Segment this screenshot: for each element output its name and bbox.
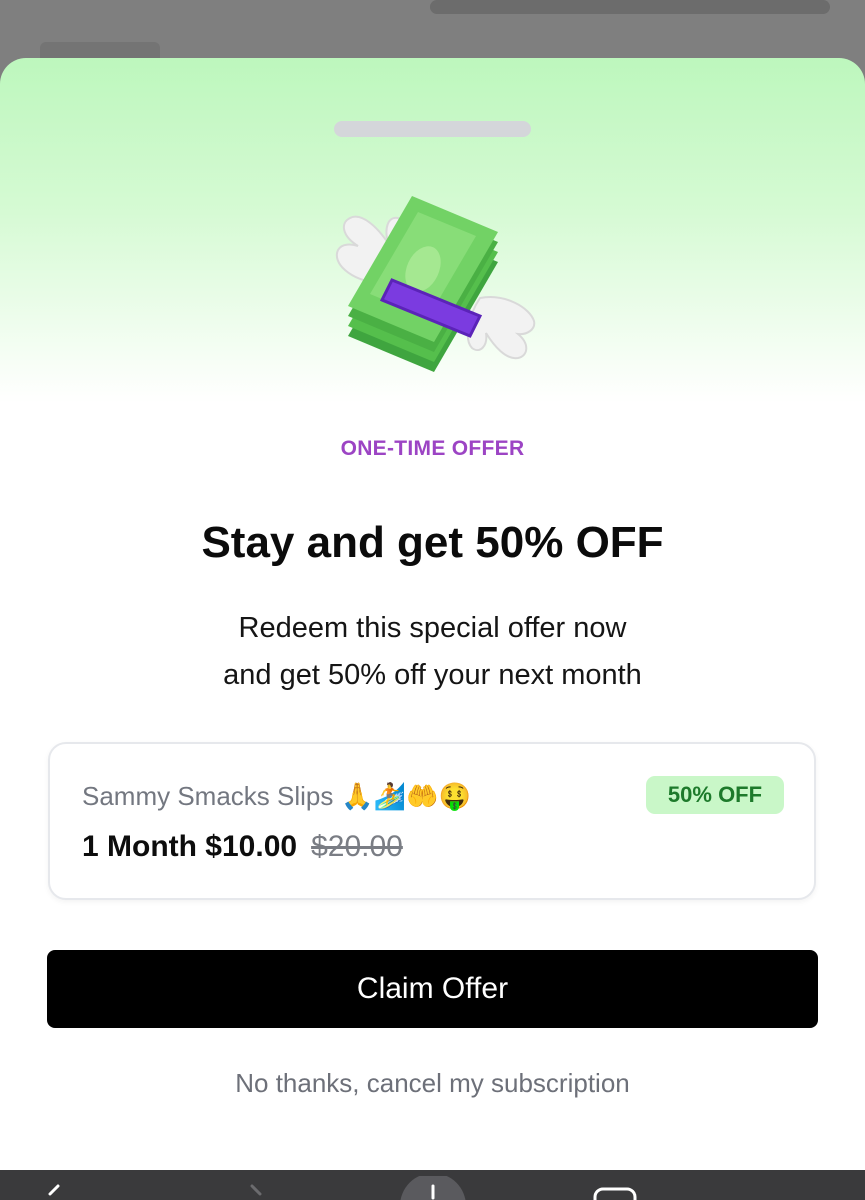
money-with-wings-icon xyxy=(335,196,536,372)
background-header-placeholder xyxy=(430,0,830,14)
offer-description-line-1: Redeem this special offer now xyxy=(238,612,627,644)
plan-card: Sammy Smacks Slips 🙏🏄🤲🤑 50% OFF 1 Month … xyxy=(48,742,816,900)
discount-badge: 50% OFF xyxy=(646,776,784,814)
sheet-drag-handle[interactable] xyxy=(334,121,531,137)
plan-emoji: 🙏🏄🤲🤑 xyxy=(341,780,471,811)
browser-bottom-toolbar xyxy=(0,1170,865,1200)
discounted-price: 1 Month $10.00 xyxy=(82,830,298,863)
plan-name-row: Sammy Smacks Slips 🙏🏄🤲🤑 xyxy=(82,780,471,812)
new-tab-icon[interactable] xyxy=(398,1176,468,1200)
offer-description-line-2: and get 50% off your next month xyxy=(223,659,642,691)
offer-description: Redeem this special offer now and get 50… xyxy=(0,605,865,699)
back-arrow-icon[interactable] xyxy=(44,1184,68,1200)
price-row: 1 Month $10.00 $20.00 xyxy=(82,830,403,864)
cancel-subscription-link[interactable]: No thanks, cancel my subscription xyxy=(0,1068,865,1099)
offer-kicker: ONE-TIME OFFER xyxy=(340,437,525,460)
claim-offer-button[interactable]: Claim Offer xyxy=(47,950,818,1028)
original-price: $20.00 xyxy=(311,830,403,863)
plan-name: Sammy Smacks Slips xyxy=(82,780,334,811)
tabs-icon[interactable] xyxy=(592,1186,640,1200)
forward-arrow-icon[interactable] xyxy=(244,1184,268,1200)
offer-headline: Stay and get 50% OFF xyxy=(201,518,664,567)
